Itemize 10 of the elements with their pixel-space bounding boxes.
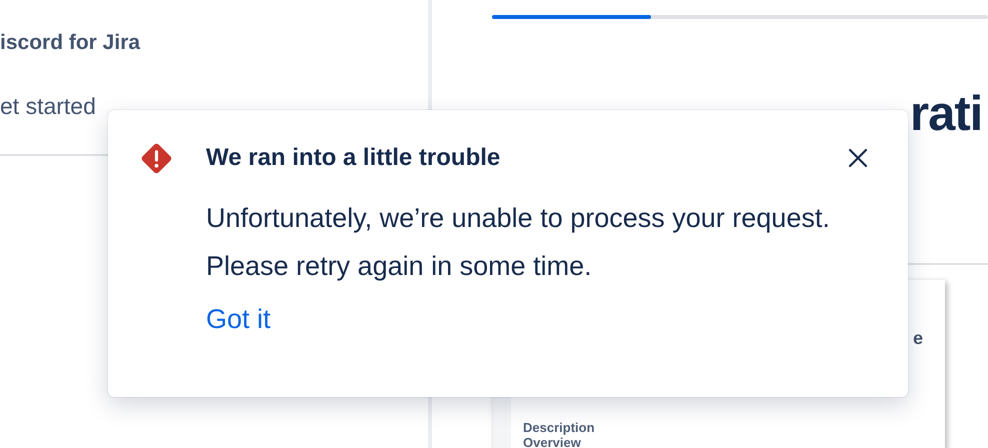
dialog-message: Unfortunately, we’re unable to process your request. Please retry again in some time. [206,202,831,283]
close-button[interactable] [848,148,868,168]
subsection-heading: Overview [523,435,582,448]
got-it-button[interactable]: Got it [206,304,271,335]
app-title: iscord for Jira [0,31,142,55]
section-heading: Description [523,420,596,435]
page-heading: rati [910,89,982,139]
preview-text: e [912,328,923,349]
nav-item[interactable]: et started [0,93,96,120]
dialog-title: We ran into a little trouble [206,144,500,172]
